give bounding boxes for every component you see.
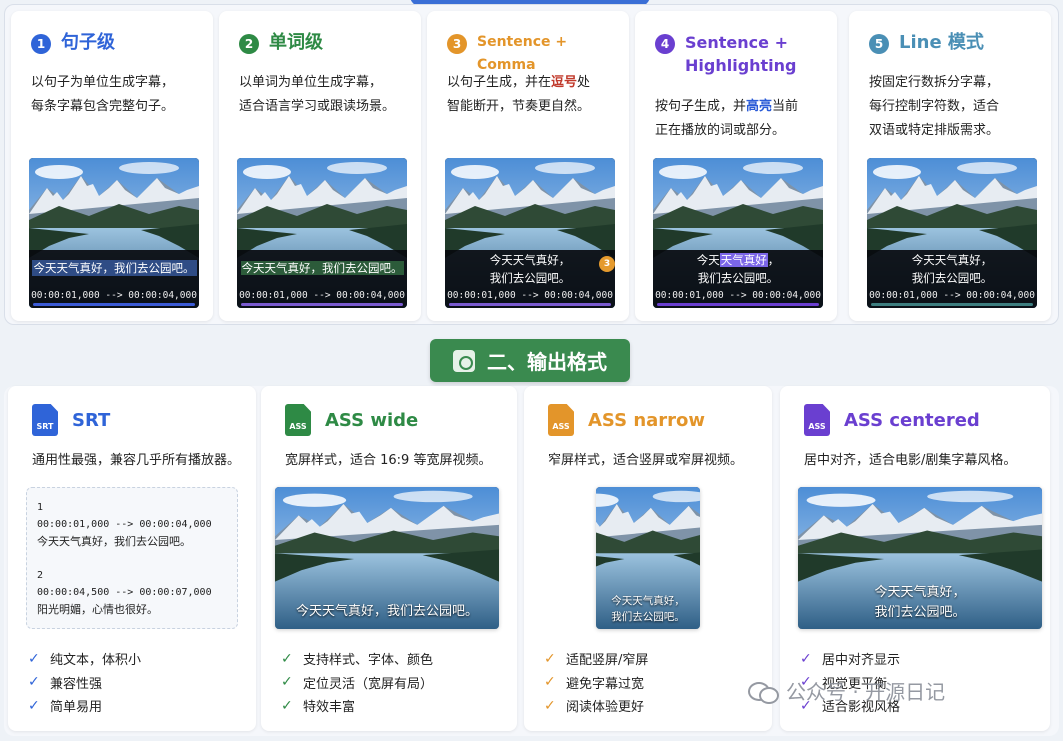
feature-item: ✓ 特效丰富 — [281, 697, 356, 716]
check-icon: ✓ — [28, 650, 40, 667]
srt-file-icon: SRT — [32, 404, 58, 436]
timecode: 00:00:01,000 --> 00:00:04,000 — [869, 290, 1035, 301]
check-icon: ✓ — [800, 650, 812, 667]
progress-bar — [33, 303, 195, 306]
step-number-badge: 4 — [655, 34, 675, 54]
mode-card-sentence-highlighting[interactable]: 4 Sentence + Highlighting 按句子生成，并高亮当前 正在… — [635, 11, 837, 321]
mode-title: Sentence + Highlighting — [685, 33, 797, 75]
mode-card-line[interactable]: 5 Line 模式 按固定行数拆分字幕， 每行控制字符数，适合 双语或特定排版需求。… — [849, 11, 1051, 321]
format-card-ass-narrow[interactable]: ASS ASS narrow 窄屏样式，适合竖屏或窄屏视频。 今天天气真好， 我… — [524, 386, 772, 731]
progress-bar — [241, 303, 403, 306]
subtitle-line-1: 今天天气真好， — [874, 585, 966, 600]
subtitle-line-1: 今天天气真好， — [489, 253, 571, 267]
mountain-lake-preview-image: 今天天气真好，我们去公园吧。 00:00:01,000 --> 00:00:04… — [237, 158, 407, 308]
feature-item: ✓ 避免字幕过宽 — [544, 674, 645, 692]
feature-list: ✓ 纯文本，体积小 ✓ 兼容性强 ✓ 简单易用 — [28, 647, 141, 718]
ass-file-icon: ASS — [285, 404, 311, 436]
subtitle-line-2: 我们去公园吧。 — [697, 271, 779, 285]
mountain-lake-preview-image: 今天天气真好， 我们去公园吧。 00:00:01,000 --> 00:00:0… — [653, 158, 823, 308]
highlight-word: 高亮 — [746, 99, 773, 114]
step-number-badge: 2 — [239, 34, 259, 54]
format-card-ass-wide[interactable]: ASS ASS wide 宽屏样式，适合 16:9 等宽屏视频。 今天天气真好，… — [261, 386, 517, 731]
feature-item: ✓ 兼容性强 — [28, 674, 103, 692]
section-title-output-formats: 二、输出格式 — [430, 339, 630, 382]
mode-title: 句子级 — [61, 32, 115, 53]
format-description: 居中对齐，适合电影/剧集字幕风格。 — [804, 453, 1017, 468]
check-icon: ✓ — [281, 697, 293, 714]
mountain-lake-preview-image: 今天天气真好， 我们去公园吧。 00:00:01,000 --> 00:00:0… — [445, 158, 615, 308]
feature-item: ✓ 支持样式、字体、颜色 — [281, 650, 434, 669]
feature-item: ✓ 阅读体验更好 — [544, 697, 645, 716]
timecode: 00:00:01,000 --> 00:00:04,000 — [655, 290, 821, 301]
mode-description: 以单词为单位生成字幕， 适合语言学习或跟读场景。 — [239, 75, 396, 114]
feature-item: ✓ 纯文本，体积小 — [28, 650, 142, 669]
mode-description: 按固定行数拆分字幕， 每行控制字符数，适合 双语或特定排版需求。 — [869, 75, 1000, 138]
subtitle-line-2: 我们去公园吧。 — [874, 605, 966, 620]
ass-file-icon: ASS — [804, 404, 830, 436]
format-description: 通用性最强，兼容几乎所有播放器。 — [32, 453, 241, 468]
mode-card-word[interactable]: 2 单词级 以单词为单位生成字幕， 适合语言学习或跟读场景。 今天天气真好，我们去… — [219, 11, 421, 321]
progress-bar — [449, 303, 611, 306]
narrow-video-preview-image: 今天天气真好， 我们去公园吧。 — [596, 487, 700, 629]
format-title: ASS narrow — [588, 409, 706, 431]
ass-file-icon: ASS — [548, 404, 574, 436]
step-number-badge: 3 — [447, 34, 467, 54]
watermark: 公众号 · 开源日记 — [748, 676, 945, 705]
mode-card-sentence-comma[interactable]: 3 Sentence + Comma 以句子生成，并在逗号处 智能断开，节奏更自… — [427, 11, 629, 321]
timecode: 00:00:01,000 --> 00:00:04,000 — [447, 290, 613, 301]
progress-bar — [657, 303, 819, 306]
step-number-badge: 1 — [31, 34, 51, 54]
feature-item: ✓ 简单易用 — [28, 697, 103, 716]
format-card-srt[interactable]: SRT SRT 通用性最强，兼容几乎所有播放器。 1 00:00:01,000 … — [8, 386, 256, 731]
subtitle-text: 今天天气真好，我们去公园吧。 — [295, 604, 478, 619]
check-icon: ✓ — [544, 650, 556, 667]
feature-list: ✓ 支持样式、字体、颜色 ✓ 定位灵活（宽屏有局） ✓ 特效丰富 — [281, 647, 433, 718]
check-icon: ✓ — [28, 697, 40, 714]
feature-item: ✓ 居中对齐显示 — [800, 650, 901, 669]
highlighted-word: 天气真好 — [719, 253, 768, 267]
mode-description: 以句子生成，并在逗号处 智能断开，节奏更自然。 — [447, 75, 591, 114]
mountain-lake-preview-image: 今天天气真好， 我们去公园吧。 00:00:01,000 --> 00:00:0… — [867, 158, 1037, 308]
mode-description: 以句子为单位生成字幕， 每条字幕包含完整句子。 — [31, 75, 175, 114]
srt-code-sample: 1 00:00:01,000 --> 00:00:04,000 今天天气真好，我… — [26, 487, 238, 629]
centered-video-preview-image: 今天天气真好， 我们去公园吧。 — [798, 487, 1042, 629]
format-title: SRT — [72, 409, 111, 431]
section-icon — [453, 349, 475, 372]
subtitle-line-2: 我们去公园吧。 — [611, 611, 685, 623]
mode-card-sentence[interactable]: 1 句子级 以句子为单位生成字幕， 每条字幕包含完整句子。 今天天气真好，我们去公… — [11, 11, 213, 321]
check-icon: ✓ — [544, 674, 556, 691]
check-icon: ✓ — [28, 674, 40, 691]
subtitle-modes-panel: 1 句子级 以句子为单位生成字幕， 每条字幕包含完整句子。 今天天气真好，我们去公… — [4, 4, 1059, 325]
subtitle-line-2: 我们去公园吧。 — [911, 271, 993, 285]
format-description: 窄屏样式，适合竖屏或窄屏视频。 — [548, 453, 744, 468]
mode-title: Line 模式 — [899, 32, 984, 53]
step-number-badge: 5 — [869, 34, 889, 54]
mountain-lake-preview-image: 今天天气真好，我们去公园吧。 00:00:01,000 --> 00:00:04… — [29, 158, 199, 308]
check-icon: ✓ — [281, 674, 293, 691]
format-description: 宽屏样式，适合 16:9 等宽屏视频。 — [285, 453, 492, 468]
subtitle-line-2: 我们去公园吧。 — [489, 271, 571, 285]
subtitle-text: 今天天气真好，我们去公园吧。 — [240, 261, 404, 275]
check-icon: ✓ — [544, 697, 556, 714]
subtitle-line-1: 今天天气真好， — [911, 253, 993, 267]
feature-list: ✓ 适配竖屏/窄屏 ✓ 避免字幕过宽 ✓ 阅读体验更好 — [544, 647, 648, 718]
format-title: ASS wide — [325, 409, 419, 431]
feature-item: ✓ 定位灵活（宽屏有局） — [281, 674, 434, 692]
wechat-icon — [748, 680, 779, 704]
comma-break-marker: 3 — [599, 256, 615, 272]
highlight-comma: 逗号 — [551, 75, 578, 90]
subtitle-line-1: 今天天气真好， — [696, 253, 780, 267]
check-icon: ✓ — [281, 650, 293, 667]
feature-item: ✓ 适配竖屏/窄屏 — [544, 650, 649, 669]
timecode: 00:00:01,000 --> 00:00:04,000 — [239, 290, 405, 301]
subtitle-text: 今天天气真好，我们去公园吧。 — [31, 260, 197, 276]
wide-video-preview-image: 今天天气真好，我们去公园吧。 — [275, 487, 499, 629]
format-title: ASS centered — [844, 409, 980, 431]
progress-bar — [871, 303, 1033, 306]
mode-description: 按句子生成，并高亮当前 正在播放的词或部分。 — [655, 99, 799, 138]
mode-title: 单词级 — [269, 32, 323, 53]
timecode: 00:00:01,000 --> 00:00:04,000 — [31, 290, 197, 301]
subtitle-line-1: 今天天气真好， — [611, 595, 685, 607]
